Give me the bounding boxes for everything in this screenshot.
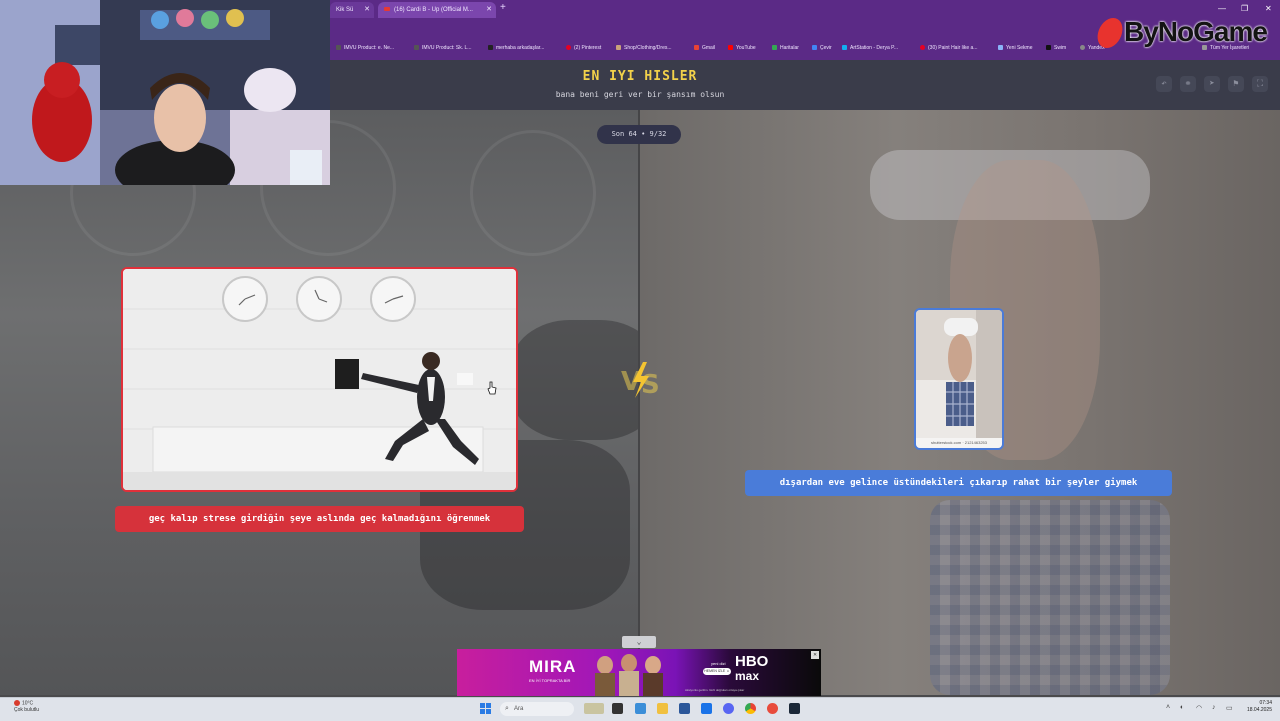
taskbar-app-icon[interactable] <box>612 703 623 714</box>
bookmark-item[interactable]: IMVU Product: Sk. L... <box>414 45 471 51</box>
bookmark-item[interactable]: Shop/Clothing/Dres... <box>616 45 672 51</box>
chevron-down-icon[interactable]: ⌄ <box>622 636 656 648</box>
bookmark-item[interactable]: Yeni Sekme <box>998 45 1033 51</box>
bookmark-item[interactable]: Haritalar <box>772 45 799 51</box>
ad-close-icon[interactable]: ✕ <box>811 651 819 659</box>
close-icon[interactable]: ✕ <box>486 2 492 18</box>
bookmark-item[interactable]: ArtStation - Derya P... <box>842 45 898 51</box>
weather-widget[interactable]: 10°C Çok bulutlu <box>14 700 39 714</box>
hbo-max-logo: HBO max <box>735 653 769 683</box>
chevron-up-icon[interactable]: ˄ <box>1166 704 1170 711</box>
wifi-icon[interactable]: ◠ <box>1196 704 1202 712</box>
window-close-icon[interactable]: ✕ <box>1265 4 1272 13</box>
bookmark-item[interactable]: Gmail <box>694 45 715 51</box>
bookmark-item[interactable]: Çevir <box>812 45 832 51</box>
taskbar-app-icon[interactable] <box>584 703 604 714</box>
maximize-icon[interactable]: ❐ <box>1241 4 1248 13</box>
undo-icon[interactable]: ↶ <box>1156 76 1172 92</box>
tab-label: Kik Sü <box>336 7 354 13</box>
browser-tab-active[interactable]: (16) Cardi B - Up (Official M... ✕ <box>378 2 496 18</box>
taskbar-search[interactable]: ⌕ Ara <box>500 702 574 716</box>
image-watermark: shutterstock.com · 2121463253 <box>916 438 1002 448</box>
volume-icon[interactable]: ♪ <box>1212 704 1216 711</box>
right-option-caption[interactable]: dışardan eve gelince üstündekileri çıkar… <box>745 470 1172 496</box>
bg-plaid-pants <box>930 500 1170 695</box>
taskbar-app-icon[interactable] <box>701 703 712 714</box>
chrome-icon[interactable] <box>745 703 756 714</box>
tab-label: (16) Cardi B - Up (Official M... <box>394 7 473 13</box>
link-icon[interactable]: ⚭ <box>1180 76 1196 92</box>
new-tab-icon[interactable]: + <box>500 2 506 13</box>
ad-cast-image <box>595 654 663 696</box>
flag-icon[interactable]: ⚑ <box>1228 76 1244 92</box>
taskbar-clock[interactable]: 07:34 18.04.2025 <box>1240 700 1272 714</box>
bookmark-item[interactable]: (30) Paint Hair like a... <box>920 45 977 51</box>
vs-lightning-icon: V S <box>617 360 665 400</box>
bynogame-logo: ByNoGame <box>1094 16 1278 52</box>
bookmark-item[interactable]: IMVU Product: e. Ne... <box>336 45 394 51</box>
windows-start-icon[interactable] <box>480 703 491 714</box>
search-icon: ⌕ <box>505 705 509 712</box>
left-option-caption[interactable]: geç kalıp strese girdiğin şeye aslında g… <box>115 506 524 532</box>
minimize-icon[interactable]: — <box>1218 4 1226 13</box>
changing-clothes-image <box>916 310 1002 438</box>
ad-new-label: yeni dizi <box>711 661 726 666</box>
send-icon[interactable]: ➤ <box>1204 76 1220 92</box>
taskbar-app-icon[interactable] <box>635 703 646 714</box>
windows-taskbar: 10°C Çok bulutlu ⌕ Ara ˄ ◐ ◠ ♪ ▭ 07:34 18.… <box>0 697 1280 721</box>
right-option-card[interactable]: shutterstock.com · 2121463253 <box>914 308 1004 450</box>
hbo-max-ad-banner[interactable]: ✕ MIRA EN İYİ TOPRAKTA BİR yeni dizi HEM… <box>457 649 821 696</box>
bookmark-item[interactable]: merhaba arkadaşlar... <box>488 45 544 51</box>
close-icon[interactable]: ✕ <box>364 2 370 18</box>
ad-watch-button[interactable]: HEMEN İZLE ☺ <box>703 668 731 675</box>
youtube-icon <box>384 7 390 12</box>
bookmark-item[interactable]: YouTube <box>728 45 756 51</box>
taskbar-app-icon[interactable] <box>679 703 690 714</box>
ad-subtitle: EN İYİ TOPRAKTA BİR <box>529 678 571 683</box>
taskbar-app-icon[interactable] <box>767 703 778 714</box>
tray-icon[interactable]: ◐ <box>1180 704 1184 711</box>
browser-tab[interactable]: Kik Sü ✕ <box>330 2 374 18</box>
mouse-cursor-icon <box>487 381 497 395</box>
running-businessman-image <box>123 269 516 490</box>
weather-icon <box>14 700 20 706</box>
center-divider <box>638 110 640 695</box>
bookmark-item[interactable]: (2) Pinterest <box>566 45 601 51</box>
discord-icon[interactable] <box>723 703 734 714</box>
left-option-card[interactable] <box>121 267 518 492</box>
battery-icon[interactable]: ▭ <box>1226 704 1233 712</box>
folder-icon[interactable] <box>657 703 668 714</box>
webcam-overlay <box>0 0 330 185</box>
ad-footer: Aksiyonlu gerilim. Gizli doğruları ortay… <box>685 688 745 692</box>
round-counter-badge: Son 64 • 9/32 <box>597 125 681 144</box>
fullscreen-icon[interactable]: ⛶ <box>1252 76 1268 92</box>
svg-text:S: S <box>641 370 660 400</box>
ad-title: MIRA <box>529 657 577 676</box>
steam-icon[interactable] <box>789 703 800 714</box>
bookmark-item[interactable]: Swim <box>1046 45 1066 51</box>
